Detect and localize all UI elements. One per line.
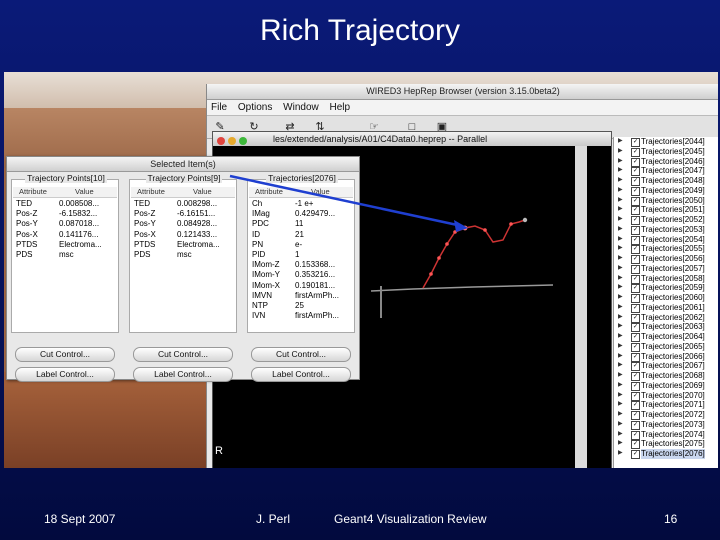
footer-page: 16 xyxy=(664,512,678,526)
arrow-head-icon xyxy=(454,220,468,232)
callout-arrow xyxy=(229,174,463,228)
slide-title: Rich Trajectory xyxy=(259,14,461,47)
screenshot-area: WIRED3 HepRep Browser (version 3.15.0bet… xyxy=(4,72,718,468)
footer-author: J. Perl xyxy=(256,512,291,526)
footer-date: 18 Sept 2007 xyxy=(44,512,116,526)
callout-arrow-layer xyxy=(229,174,468,232)
footer-event: Geant4 Visualization Review xyxy=(334,512,487,526)
